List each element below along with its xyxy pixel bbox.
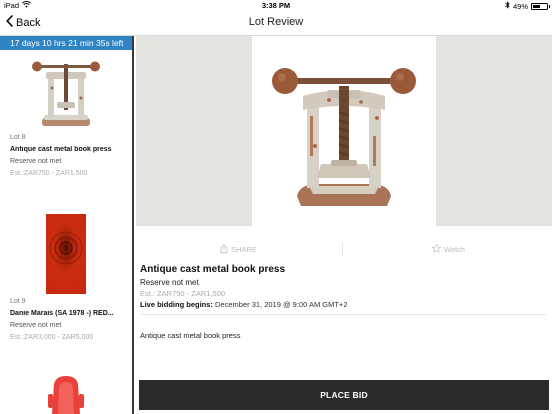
page-title: Lot Review xyxy=(248,16,304,28)
main-lot-image[interactable] xyxy=(252,36,436,226)
lot-detail-title: Antique cast metal book press xyxy=(140,264,286,275)
star-icon xyxy=(431,243,442,255)
lot-number: Lot 9 xyxy=(10,298,26,305)
details-divider xyxy=(140,314,546,315)
lot-detail-panel: SHARE Watch Antique cast metal book pres… xyxy=(136,36,552,414)
lot-card-9[interactable]: Lot 9 Danie Marais (SA 1978 -) RED... Re… xyxy=(0,206,132,356)
red-painting-thumbnail xyxy=(0,214,132,294)
live-bidding-label: Live bidding begins: xyxy=(140,300,213,309)
battery-level xyxy=(533,4,541,8)
status-time: 3:38 PM xyxy=(261,1,291,10)
book-press-thumbnail xyxy=(0,58,132,128)
share-button[interactable]: SHARE xyxy=(220,244,257,255)
live-bidding-date: December 31, 2019 @ 9:00 AM GMT+2 xyxy=(215,300,348,309)
place-bid-button[interactable]: PLACE BID xyxy=(139,380,549,410)
lot-title: Danie Marais (SA 1978 -) RED... xyxy=(10,310,114,317)
watch-button[interactable]: Watch xyxy=(431,243,465,255)
nav-bar: Back Lot Review xyxy=(0,10,552,36)
watch-label: Watch xyxy=(444,245,465,254)
lot-detail-reserve: Reserve not met xyxy=(140,278,199,287)
action-row: SHARE Watch xyxy=(136,240,552,258)
share-label: SHARE xyxy=(231,245,257,254)
lot-estimate: Est.:ZAR3,000 - ZAR5,000 xyxy=(10,334,94,341)
status-bar: iPad 3:38 PM 49% xyxy=(0,0,552,11)
lot-card-10[interactable] xyxy=(0,366,132,414)
lot-reserve: Reserve not met xyxy=(10,158,62,165)
lot-number: Lot 8 xyxy=(10,134,26,141)
red-object-thumbnail xyxy=(0,374,132,414)
countdown-banner: 17 days 10 hrs 21 min 35s left xyxy=(0,36,132,50)
lot-estimate: Est.:ZAR750 - ZAR1,500 xyxy=(10,170,88,177)
lot-reserve: Reserve not met xyxy=(10,322,62,329)
gallery-next-image[interactable] xyxy=(436,36,552,226)
lot-title: Antique cast metal book press xyxy=(10,146,112,153)
lot-detail-estimate: Est.: ZAR750 - ZAR1,500 xyxy=(140,289,226,298)
lot-description: Antique cast metal book press xyxy=(140,331,241,340)
lot-card-8[interactable]: Lot 8 Antique cast metal book press Rese… xyxy=(0,50,132,190)
image-gallery[interactable] xyxy=(136,36,552,226)
live-bidding-info: Live bidding begins: December 31, 2019 @… xyxy=(140,300,550,309)
lot-list-sidebar[interactable]: 17 days 10 hrs 21 min 35s left Lot 8 Ant… xyxy=(0,36,134,414)
battery-icon xyxy=(531,2,550,10)
share-icon xyxy=(220,244,228,255)
action-divider xyxy=(342,242,343,256)
lot-details: Antique cast metal book press Reserve no… xyxy=(140,264,550,315)
gallery-prev-image[interactable] xyxy=(136,36,252,226)
